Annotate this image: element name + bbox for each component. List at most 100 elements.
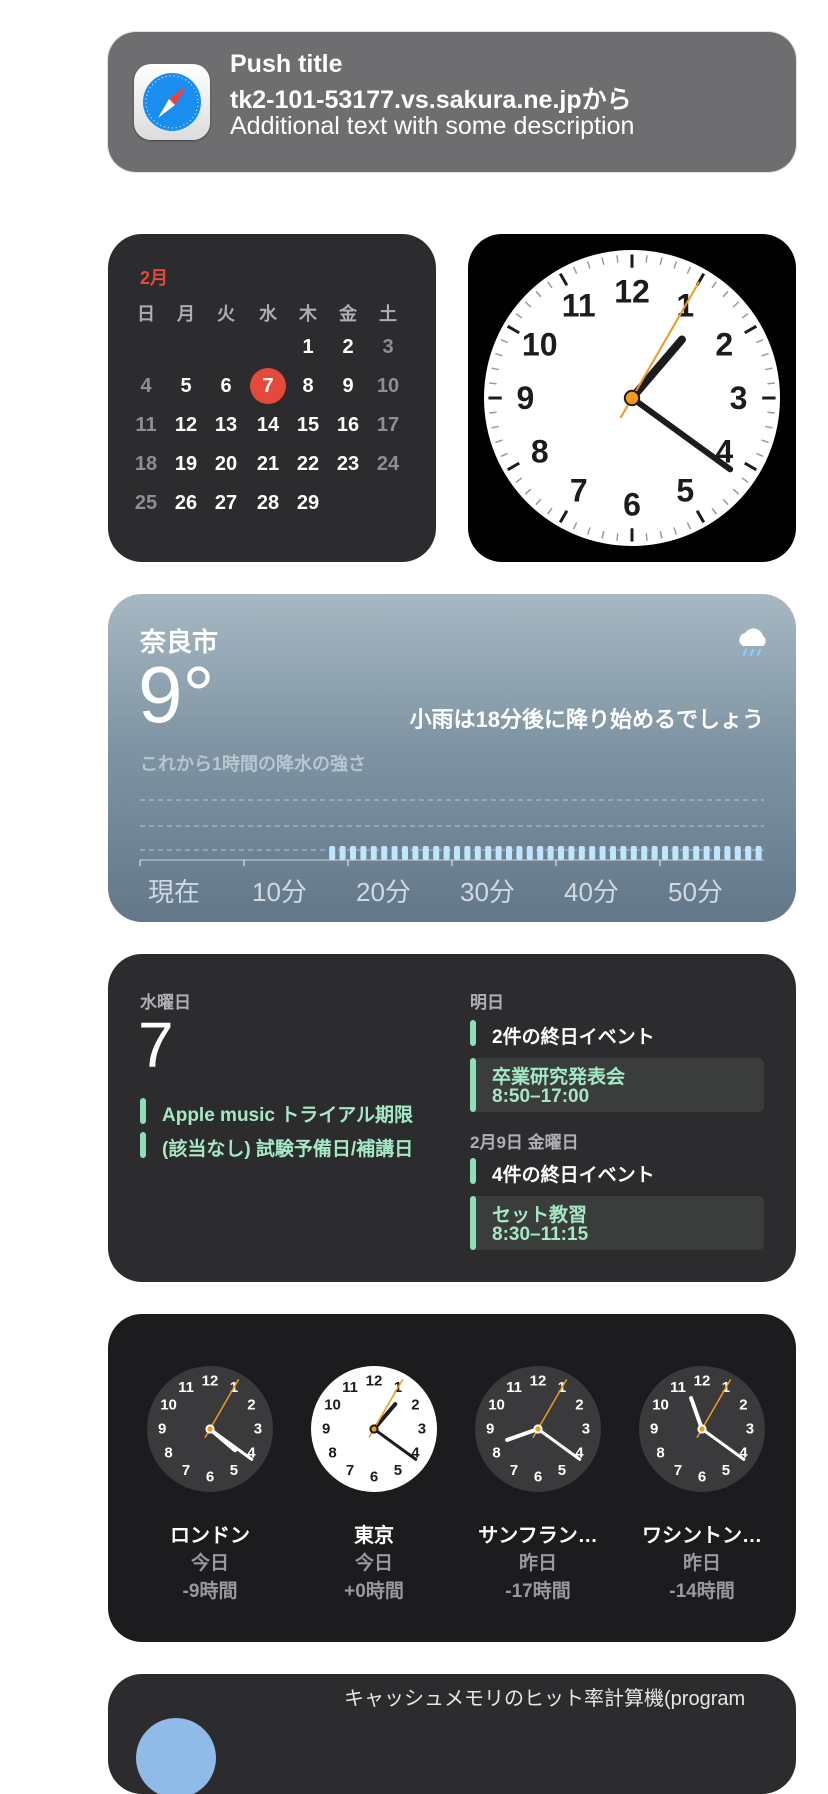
calendar-day: 17 (376, 414, 400, 436)
clock-face: 121234567891011 (484, 250, 780, 546)
precip-bar (485, 846, 492, 860)
calendar-day-today: 7 (248, 368, 288, 404)
clock-numeral: 7 (346, 1462, 354, 1479)
precip-bar (547, 846, 554, 860)
world-clock-widget[interactable]: 121234567891011ロンドン今日-9時間121234567891011… (108, 1314, 796, 1642)
clock-numeral: 11 (506, 1379, 522, 1396)
notification-title: Push title (230, 50, 343, 78)
safari-compass-icon (134, 64, 210, 140)
clock-numeral: 10 (324, 1397, 341, 1414)
calendar-day: 19 (174, 453, 198, 475)
calendar-day: 14 (256, 414, 280, 436)
clock-numeral: 6 (698, 1468, 706, 1485)
city-offset: -14時間 (669, 1581, 735, 1602)
later-allday[interactable]: 4件の終日イベント (492, 1160, 655, 1187)
city-day: 昨日 (682, 1553, 721, 1574)
clock-numeral: 8 (492, 1444, 500, 1461)
event-today-1[interactable]: Apple music トライアル期限 (162, 1100, 413, 1127)
city-name: ロンドン (170, 1525, 250, 1547)
clock-numeral: 8 (164, 1444, 172, 1461)
precip-bar (745, 846, 752, 860)
precip-bar (495, 846, 502, 860)
clock-numeral: 5 (558, 1462, 566, 1479)
clock-numeral: 8 (531, 433, 549, 469)
clock-tick (616, 255, 619, 263)
tomorrow-event[interactable]: 卒業研究発表会 8:50–17:00 (470, 1058, 764, 1112)
clock-numeral: 5 (676, 472, 694, 508)
calendar-events-widget[interactable]: 水曜日 7 Apple music トライアル期限 (該当なし) 試験予備日/補… (108, 954, 796, 1282)
precip-bar (610, 846, 616, 860)
clock-numeral: 3 (418, 1421, 426, 1438)
calendar-day: 2 (342, 336, 354, 358)
calendar-day: 16 (336, 414, 360, 436)
clock-numeral: 6 (370, 1468, 378, 1485)
world-clock-face: 121234567891011 (311, 1366, 437, 1492)
city-offset: -17時間 (505, 1581, 571, 1602)
clock-numeral: 9 (322, 1421, 330, 1438)
events-day: 7 (138, 1009, 174, 1081)
calendar-day: 9 (342, 375, 354, 397)
clock-center-pin (369, 1424, 379, 1434)
precip-bar (568, 846, 575, 860)
precip-bar (464, 846, 471, 860)
calendar-widget[interactable]: 2月 日月火水木金土 1 2 3 4 5 6 7 8 9 10 11 12 13 14 15 16 17 18 19 2… (108, 234, 436, 562)
calendar-day: 15 (296, 414, 320, 436)
precip-bar (630, 846, 637, 860)
clock-numeral: 11 (178, 1379, 194, 1396)
event-today-2[interactable]: (該当なし) 試験予備日/補講日 (162, 1134, 413, 1161)
precip-bar (339, 846, 346, 860)
clock-numeral: 11 (342, 1379, 358, 1396)
push-notification[interactable]: Push title tk2-101-53177.vs.sakura.ne.jp… (108, 32, 796, 172)
time-label: 20分 (356, 877, 411, 907)
clock-numeral: 8 (328, 1444, 336, 1461)
clock-numeral: 5 (394, 1462, 402, 1479)
calendar-day: 4 (140, 375, 152, 397)
clock-numeral: 7 (570, 472, 588, 508)
precip-bar (422, 846, 429, 860)
precip-bar (693, 846, 700, 860)
precip-bar (370, 846, 377, 860)
weekday-header: 月 (177, 304, 195, 324)
tomorrow-allday[interactable]: 2件の終日イベント (492, 1022, 655, 1049)
precip-bar (329, 846, 336, 860)
clock-numeral: 2 (247, 1397, 255, 1414)
clock-numeral: 10 (522, 327, 558, 363)
precipitation-chart (139, 799, 764, 866)
clock-tick (645, 255, 648, 263)
calendar-day: 18 (134, 453, 158, 475)
city-day: 今日 (354, 1553, 393, 1574)
later-event[interactable]: セット教習 8:30–11:15 (470, 1196, 764, 1250)
clock-numeral: 3 (582, 1421, 590, 1438)
later-event-title: セット教習 (492, 1205, 588, 1226)
clock-numeral: 11 (562, 288, 596, 324)
precip-bar (474, 846, 481, 860)
calendar-day: 26 (174, 492, 198, 514)
clock-numeral: 7 (510, 1462, 518, 1479)
weather-widget[interactable]: 奈良市 9° 小雨は18分後に降り始めるでしょう これから1時間の降水の強さ 現… (108, 594, 796, 922)
precip-bar (402, 846, 408, 860)
precip-bar (662, 846, 668, 860)
clock-numeral: 2 (739, 1397, 747, 1414)
precip-bar (714, 846, 720, 860)
precip-bar (734, 846, 741, 860)
event-bar (140, 1098, 146, 1124)
precip-bar (599, 846, 606, 860)
calendar-day: 12 (174, 414, 198, 436)
analog-clock-widget[interactable]: 121234567891011 (468, 234, 796, 562)
app-icon (136, 1718, 216, 1794)
clock-numeral: 12 (366, 1373, 383, 1390)
precip-bar (672, 846, 679, 860)
partial-widget[interactable]: キャッシュメモリのヒット率計算機(program (108, 1674, 796, 1794)
precip-bar (589, 846, 596, 860)
clock-numeral: 10 (652, 1397, 669, 1414)
calendar-day: 13 (214, 414, 238, 436)
later-date-label: 2月9日 金曜日 (470, 1133, 579, 1152)
time-label: 現在 (148, 877, 201, 907)
calendar-month: 2月 (140, 268, 169, 288)
city-name: ワシントン… (642, 1525, 762, 1547)
precip-bar (578, 846, 585, 860)
calendar-day: 5 (180, 375, 192, 397)
clock-numeral: 9 (517, 380, 535, 416)
clock-center-pin (205, 1424, 215, 1434)
partial-widget-text: キャッシュメモリのヒット率計算機(program (344, 1688, 746, 1710)
